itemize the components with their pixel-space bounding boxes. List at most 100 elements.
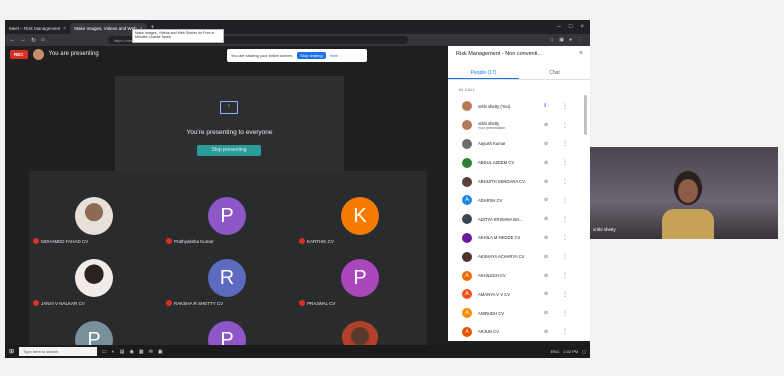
participant-tile[interactable]: JANVI V NALKAR CV xyxy=(29,249,161,309)
clock[interactable]: 1:02 PM xyxy=(563,349,578,354)
close-icon[interactable]: × xyxy=(579,50,583,57)
more-options-icon[interactable]: ⋮ xyxy=(562,310,568,317)
minimize-icon[interactable]: – xyxy=(558,24,561,30)
mic-active-icon[interactable]: ⦀ xyxy=(544,103,546,109)
extension-icon[interactable]: ▣ xyxy=(559,37,564,43)
more-options-icon[interactable]: ⋮ xyxy=(562,328,568,335)
more-options-icon[interactable]: ⋮ xyxy=(562,122,568,129)
stop-sharing-button[interactable]: Stop sharing xyxy=(297,52,326,59)
chrome-icon[interactable]: ◉ xyxy=(130,349,134,355)
taskbar-search-input[interactable]: Type here to search xyxy=(19,347,98,356)
participant-tile[interactable]: MOHAMED FAHAD CV xyxy=(29,187,161,247)
participant-name: ARJUN CV xyxy=(478,329,499,335)
participant-name: ABHIJITH SENGARA CV xyxy=(478,179,526,185)
tab-bar: Meet – Risk Management × Make Images, Vi… xyxy=(5,20,590,34)
extensions: ☆ ▣ ● ⋮ xyxy=(550,37,586,43)
notification-icon[interactable]: ▢ xyxy=(582,349,586,354)
person-body xyxy=(662,209,714,239)
windows-taskbar: ⊞ Type here to search ▭ ◐ ▤ ◉ ▦ ✉ ▣ ENG … xyxy=(5,345,590,358)
participant-name-text: PRAJWAL CV xyxy=(307,300,336,306)
folder-icon[interactable]: ▤ xyxy=(120,349,125,355)
mic-off-icon[interactable]: ⊘ xyxy=(544,235,548,241)
list-item[interactable]: AKSHAYA ACHARYA CV ⊘ ⋮ xyxy=(448,247,590,266)
panel-scrollbar[interactable] xyxy=(584,95,587,135)
more-options-icon[interactable]: ⋮ xyxy=(562,253,568,260)
mail-icon[interactable]: ✉ xyxy=(149,349,153,355)
mic-off-icon[interactable]: ⊘ xyxy=(544,291,548,297)
list-item[interactable]: ADITYA KRISHNA BH... ⊘ ⋮ xyxy=(448,210,590,229)
mic-off-icon[interactable]: ⊘ xyxy=(544,216,548,222)
mic-off-icon[interactable]: ⊘ xyxy=(544,197,548,203)
participant-name: vrithi shetty xyxy=(478,120,500,126)
list-item[interactable]: vrithi shetty (You) ⦀ ⋮ xyxy=(448,97,590,116)
list-item[interactable]: A ANIRUDH CV ⊘ ⋮ xyxy=(448,304,590,323)
participant-tile[interactable]: K KARTHIK CV xyxy=(295,187,427,247)
edge-icon[interactable]: ◐ xyxy=(112,349,115,355)
list-item[interactable]: A AKHILESH CV ⊘ ⋮ xyxy=(448,266,590,285)
more-options-icon[interactable]: ⋮ xyxy=(562,197,568,204)
more-options-icon[interactable]: ⋮ xyxy=(562,234,568,241)
list-item[interactable]: A AMANYA V V CV ⊘ ⋮ xyxy=(448,285,590,304)
participant-entry: ABDUL AZEEM CV xyxy=(478,160,548,165)
maximize-icon[interactable]: □ xyxy=(569,24,573,30)
hide-button[interactable]: Hide xyxy=(330,53,338,58)
mic-off-icon[interactable]: ⊘ xyxy=(544,179,548,185)
task-view-icon[interactable]: ▭ xyxy=(102,349,107,355)
more-options-icon[interactable]: ⋮ xyxy=(562,140,568,147)
list-item[interactable]: ABDUL AZEEM CV ⊘ ⋮ xyxy=(448,153,590,172)
back-icon[interactable]: ← xyxy=(9,37,15,43)
stop-presenting-button[interactable]: Stop presenting xyxy=(197,145,261,156)
mic-off-icon[interactable]: ⊘ xyxy=(544,329,548,335)
tab-chat[interactable]: Chat xyxy=(519,66,590,79)
menu-icon[interactable]: ⋮ xyxy=(577,37,582,43)
tab-label: Make Images, Videos and Web xyxy=(74,26,137,31)
participant-name: Aayush Kumar xyxy=(478,141,506,147)
profile-icon[interactable]: ● xyxy=(569,37,572,43)
participant-entry: AKSHAYA ACHARYA CV xyxy=(478,254,548,259)
mic-off-icon[interactable]: ⊘ xyxy=(544,310,548,316)
more-options-icon[interactable]: ⋮ xyxy=(562,159,568,166)
close-icon[interactable]: × xyxy=(63,26,66,32)
avatar xyxy=(462,232,472,243)
more-options-icon[interactable]: ⋮ xyxy=(562,272,568,279)
close-window-icon[interactable]: × xyxy=(580,24,584,30)
participant-entry: ADITYA KRISHNA BH... xyxy=(478,217,548,222)
list-item[interactable]: A ARJUN CV ⊘ ⋮ xyxy=(448,323,590,342)
participant-entry: ARJUN CV xyxy=(478,329,548,334)
more-options-icon[interactable]: ⋮ xyxy=(562,103,568,110)
presenting-message: You're presenting to everyone xyxy=(186,129,273,136)
forward-icon[interactable]: → xyxy=(20,37,26,43)
mic-off-icon[interactable]: ⊘ xyxy=(544,273,548,279)
more-options-icon[interactable]: ⋮ xyxy=(562,291,568,298)
list-item[interactable]: vrithi shetty Your presentation ⊘ ⋮ xyxy=(448,116,590,135)
photos-icon[interactable]: ▣ xyxy=(158,349,163,355)
participant-name: Prathyaksha Kumar xyxy=(166,238,214,244)
tab-meet[interactable]: Meet – Risk Management × xyxy=(5,23,70,34)
list-item[interactable]: Aayush Kumar ⊘ ⋮ xyxy=(448,135,590,154)
mic-off-icon[interactable]: ⊘ xyxy=(544,254,548,260)
participant-name: MOHAMED FAHAD CV xyxy=(33,238,88,244)
list-item[interactable]: ABHIJITH SENGARA CV ⊘ ⋮ xyxy=(448,172,590,191)
participant-tile[interactable]: R RAKSHA R SHETTY CV xyxy=(162,249,294,309)
meet-header: REC You are presenting xyxy=(5,46,447,62)
reload-icon[interactable]: ↻ xyxy=(31,37,36,44)
list-item[interactable]: A ADARSH CV ⊘ ⋮ xyxy=(448,191,590,210)
mic-off-icon xyxy=(166,238,172,244)
lang-indicator[interactable]: ENG xyxy=(551,349,560,354)
avatar: A xyxy=(462,326,472,337)
mic-off-icon[interactable]: ⊘ xyxy=(544,160,548,166)
windows-start-icon[interactable]: ⊞ xyxy=(9,348,14,355)
home-icon[interactable]: ⌂ xyxy=(41,37,45,43)
participant-subtitle: Your presentation xyxy=(478,125,506,130)
address-bar: ← → ↻ ⌂ https://meet.google.com/... ☆ ▣ … xyxy=(5,34,590,46)
participant-tile[interactable]: P Prathyaksha Kumar xyxy=(162,187,294,247)
store-icon[interactable]: ▦ xyxy=(139,349,144,355)
mic-off-icon[interactable]: ⊘ xyxy=(544,122,548,128)
tab-people[interactable]: People (17) xyxy=(448,66,519,79)
mic-off-icon[interactable]: ⊘ xyxy=(544,141,548,147)
participant-tile[interactable]: P PRAJWAL CV xyxy=(295,249,427,309)
list-item[interactable]: AKHILA M HEGDE CV ⊘ ⋮ xyxy=(448,229,590,248)
more-options-icon[interactable]: ⋮ xyxy=(562,216,568,223)
star-icon[interactable]: ☆ xyxy=(550,37,554,43)
more-options-icon[interactable]: ⋮ xyxy=(562,178,568,185)
